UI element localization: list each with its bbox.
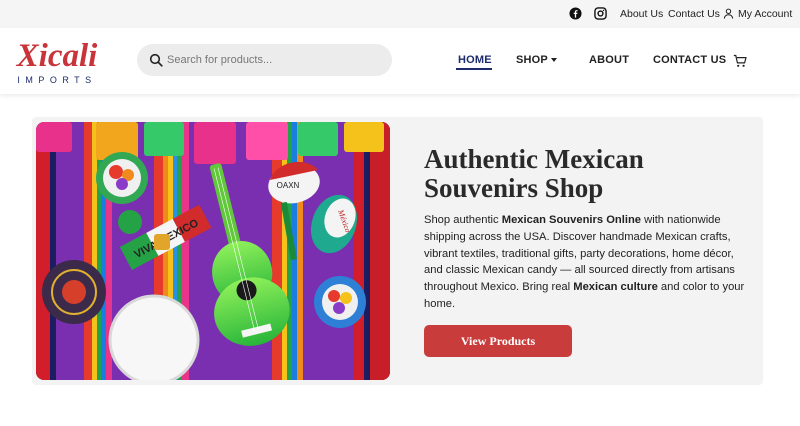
hero-title: Authentic Mexican Souvenirs Shop: [424, 144, 644, 203]
instagram-icon[interactable]: [594, 7, 607, 20]
search-icon: [149, 53, 163, 67]
nav-item-about[interactable]: ABOUT: [589, 54, 629, 66]
cart-icon[interactable]: [733, 54, 747, 68]
nav-item-home[interactable]: HOME: [458, 54, 492, 66]
site-logo[interactable]: Xicali IMPORTS: [4, 36, 110, 86]
maraca-label: OAXN: [277, 181, 300, 190]
topbar-link-contact[interactable]: Contact Us: [668, 8, 720, 20]
logo-main-text: Xicali: [16, 38, 98, 74]
hero-text-bold-2: Mexican culture: [573, 281, 658, 294]
topbar-link-about[interactable]: About Us: [620, 8, 663, 20]
nav-item-shop[interactable]: SHOP: [516, 54, 548, 66]
chevron-down-icon[interactable]: [551, 58, 557, 62]
top-utility-bar: About Us Contact Us My Account: [0, 0, 800, 28]
search-bar: [137, 44, 392, 76]
hero-illustration: VIVA MEXICO OAXN México: [36, 122, 390, 380]
view-products-button[interactable]: View Products: [424, 325, 572, 357]
nav-active-underline: [456, 68, 492, 70]
search-input[interactable]: [167, 44, 382, 76]
topbar-link-account[interactable]: My Account: [738, 8, 792, 20]
hero-text-part-1: Shop authentic: [424, 214, 502, 226]
logo-sub-text: IMPORTS: [17, 75, 96, 85]
hero-description: Shop authentic Mexican Souvenirs Online …: [424, 212, 746, 313]
facebook-icon[interactable]: [569, 7, 582, 20]
site-header: Xicali IMPORTS HOME SHOP ABOUT CONTACT U…: [0, 28, 800, 94]
nav-item-contact[interactable]: CONTACT US: [653, 54, 726, 66]
hero-image: VIVA MEXICO OAXN México: [36, 122, 390, 380]
user-icon[interactable]: [723, 8, 734, 19]
hero-text-bold-1: Mexican Souvenirs Online: [501, 214, 642, 226]
